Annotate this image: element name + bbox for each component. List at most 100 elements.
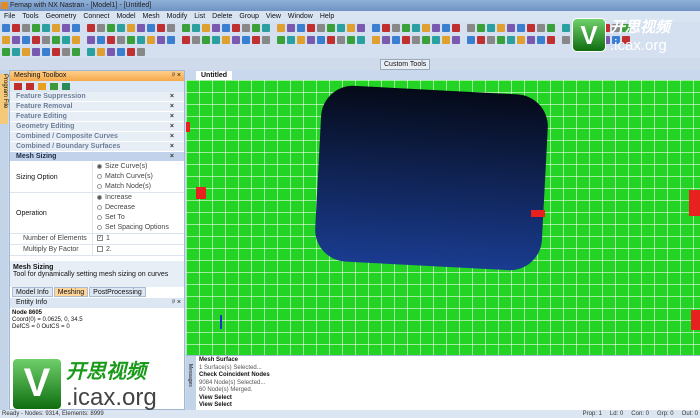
menu-help[interactable]: Help <box>320 11 334 22</box>
close-icon[interactable]: × <box>170 92 174 102</box>
toolbar-button-icon[interactable] <box>232 24 240 32</box>
toolbar-button-icon[interactable] <box>317 36 325 44</box>
toolbar-button-icon[interactable] <box>22 24 30 32</box>
toolbar-button-icon[interactable] <box>287 36 295 44</box>
toolbar-button-icon[interactable] <box>262 36 270 44</box>
toolbar-button-icon[interactable] <box>147 24 155 32</box>
toolbar-button-icon[interactable] <box>137 24 145 32</box>
toolbar-button-icon[interactable] <box>182 36 190 44</box>
toolbar-button-icon[interactable] <box>117 24 125 32</box>
num-elements-checkbox[interactable]: ✓ <box>97 235 103 242</box>
pin-close-icon[interactable]: ᵖ × <box>172 298 181 308</box>
toolbar-button-icon[interactable] <box>452 24 460 32</box>
close-icon[interactable]: × <box>170 132 174 142</box>
operation-radio[interactable]: Decrease <box>97 203 184 213</box>
toolbar-button-icon[interactable] <box>372 36 380 44</box>
tool-icon[interactable] <box>50 83 58 90</box>
menu-model[interactable]: Model <box>116 11 135 22</box>
menu-file[interactable]: File <box>4 11 15 22</box>
toolbar-button-icon[interactable] <box>307 36 315 44</box>
tool-icon[interactable] <box>14 83 22 90</box>
multiply-checkbox[interactable] <box>97 246 103 253</box>
sizing-option-radio[interactable]: Size Curve(s) <box>97 162 184 172</box>
tool-icon[interactable] <box>26 83 34 90</box>
toolbar-button-icon[interactable] <box>527 36 535 44</box>
messages-tab[interactable]: Messages <box>186 356 196 411</box>
toolbar-button-icon[interactable] <box>192 36 200 44</box>
tab-untitled[interactable]: Untitled <box>196 71 233 80</box>
menu-modify[interactable]: Modify <box>167 11 188 22</box>
toolbar-button-icon[interactable] <box>2 48 10 56</box>
toolbar-button-icon[interactable] <box>97 48 105 56</box>
toolbar-button-icon[interactable] <box>392 36 400 44</box>
custom-tools-button[interactable]: Custom Tools <box>380 59 431 70</box>
toolbar-button-icon[interactable] <box>477 24 485 32</box>
toolbar-button-icon[interactable] <box>12 24 20 32</box>
toolbar-button-icon[interactable] <box>127 48 135 56</box>
toolbar-button-icon[interactable] <box>157 36 165 44</box>
toolbar-button-icon[interactable] <box>497 36 505 44</box>
toolbar-button-icon[interactable] <box>327 24 335 32</box>
tool-icon[interactable] <box>38 83 46 90</box>
toolbar-button-icon[interactable] <box>42 24 50 32</box>
toolbar-button-icon[interactable] <box>347 36 355 44</box>
section-item[interactable]: Feature Suppression × <box>10 92 184 102</box>
toolbar-button-icon[interactable] <box>252 24 260 32</box>
multiply-value[interactable]: 2. <box>106 246 112 253</box>
toolbar-button-icon[interactable] <box>22 36 30 44</box>
toolbar-button-icon[interactable] <box>357 36 365 44</box>
toolbar-button-icon[interactable] <box>382 36 390 44</box>
toolbar-button-icon[interactable] <box>12 48 20 56</box>
toolbar-button-icon[interactable] <box>392 24 400 32</box>
sizing-option-radio[interactable]: Match Curve(s) <box>97 172 184 182</box>
toolbar-button-icon[interactable] <box>517 24 525 32</box>
toolbar-button-icon[interactable] <box>52 48 60 56</box>
close-icon[interactable]: × <box>170 152 174 162</box>
toolbar-button-icon[interactable] <box>87 24 95 32</box>
toolbar-button-icon[interactable] <box>537 24 545 32</box>
toolbar-button-icon[interactable] <box>487 24 495 32</box>
operation-radio[interactable]: Increase <box>97 193 184 203</box>
menu-connect[interactable]: Connect <box>83 11 109 22</box>
toolbar-button-icon[interactable] <box>117 48 125 56</box>
toolbar-button-icon[interactable] <box>432 24 440 32</box>
tab-meshing[interactable]: Meshing <box>53 287 89 297</box>
toolbar-button-icon[interactable] <box>277 36 285 44</box>
toolbar-button-icon[interactable] <box>317 24 325 32</box>
toolbar-button-icon[interactable] <box>137 36 145 44</box>
close-icon[interactable]: × <box>170 112 174 122</box>
toolbar-button-icon[interactable] <box>212 24 220 32</box>
toolbar-button-icon[interactable] <box>107 36 115 44</box>
toolbar-button-icon[interactable] <box>402 36 410 44</box>
toolbar-button-icon[interactable] <box>72 48 80 56</box>
tab-postprocessing[interactable]: PostProcessing <box>89 287 146 297</box>
toolbar-button-icon[interactable] <box>202 24 210 32</box>
section-item[interactable]: Combined / Composite Curves × <box>10 132 184 142</box>
toolbar-button-icon[interactable] <box>232 36 240 44</box>
toolbar-button-icon[interactable] <box>32 48 40 56</box>
toolbar-button-icon[interactable] <box>72 36 80 44</box>
toolbar-button-icon[interactable] <box>127 24 135 32</box>
toolbar-button-icon[interactable] <box>97 36 105 44</box>
toolbar-button-icon[interactable] <box>477 36 485 44</box>
toolbar-button-icon[interactable] <box>87 48 95 56</box>
toolbar-button-icon[interactable] <box>192 24 200 32</box>
toolbar-button-icon[interactable] <box>547 36 555 44</box>
toolbar-button-icon[interactable] <box>52 36 60 44</box>
num-elements-value[interactable]: 1 <box>106 235 110 242</box>
toolbar-button-icon[interactable] <box>42 36 50 44</box>
operation-radio[interactable]: Set Spacing Options <box>97 223 184 233</box>
toolbar-button-icon[interactable] <box>467 36 475 44</box>
program-file-tab[interactable]: Program File <box>0 74 8 124</box>
section-item[interactable]: Feature Editing × <box>10 112 184 122</box>
toolbar-button-icon[interactable] <box>487 36 495 44</box>
toolbar-button-icon[interactable] <box>147 36 155 44</box>
toolbar-button-icon[interactable] <box>167 24 175 32</box>
toolbar-button-icon[interactable] <box>297 24 305 32</box>
menu-delete[interactable]: Delete <box>212 11 232 22</box>
toolbar-button-icon[interactable] <box>262 24 270 32</box>
tool-icon[interactable] <box>62 83 70 90</box>
toolbar-button-icon[interactable] <box>297 36 305 44</box>
toolbar-button-icon[interactable] <box>562 24 570 32</box>
toolbar-button-icon[interactable] <box>72 24 80 32</box>
